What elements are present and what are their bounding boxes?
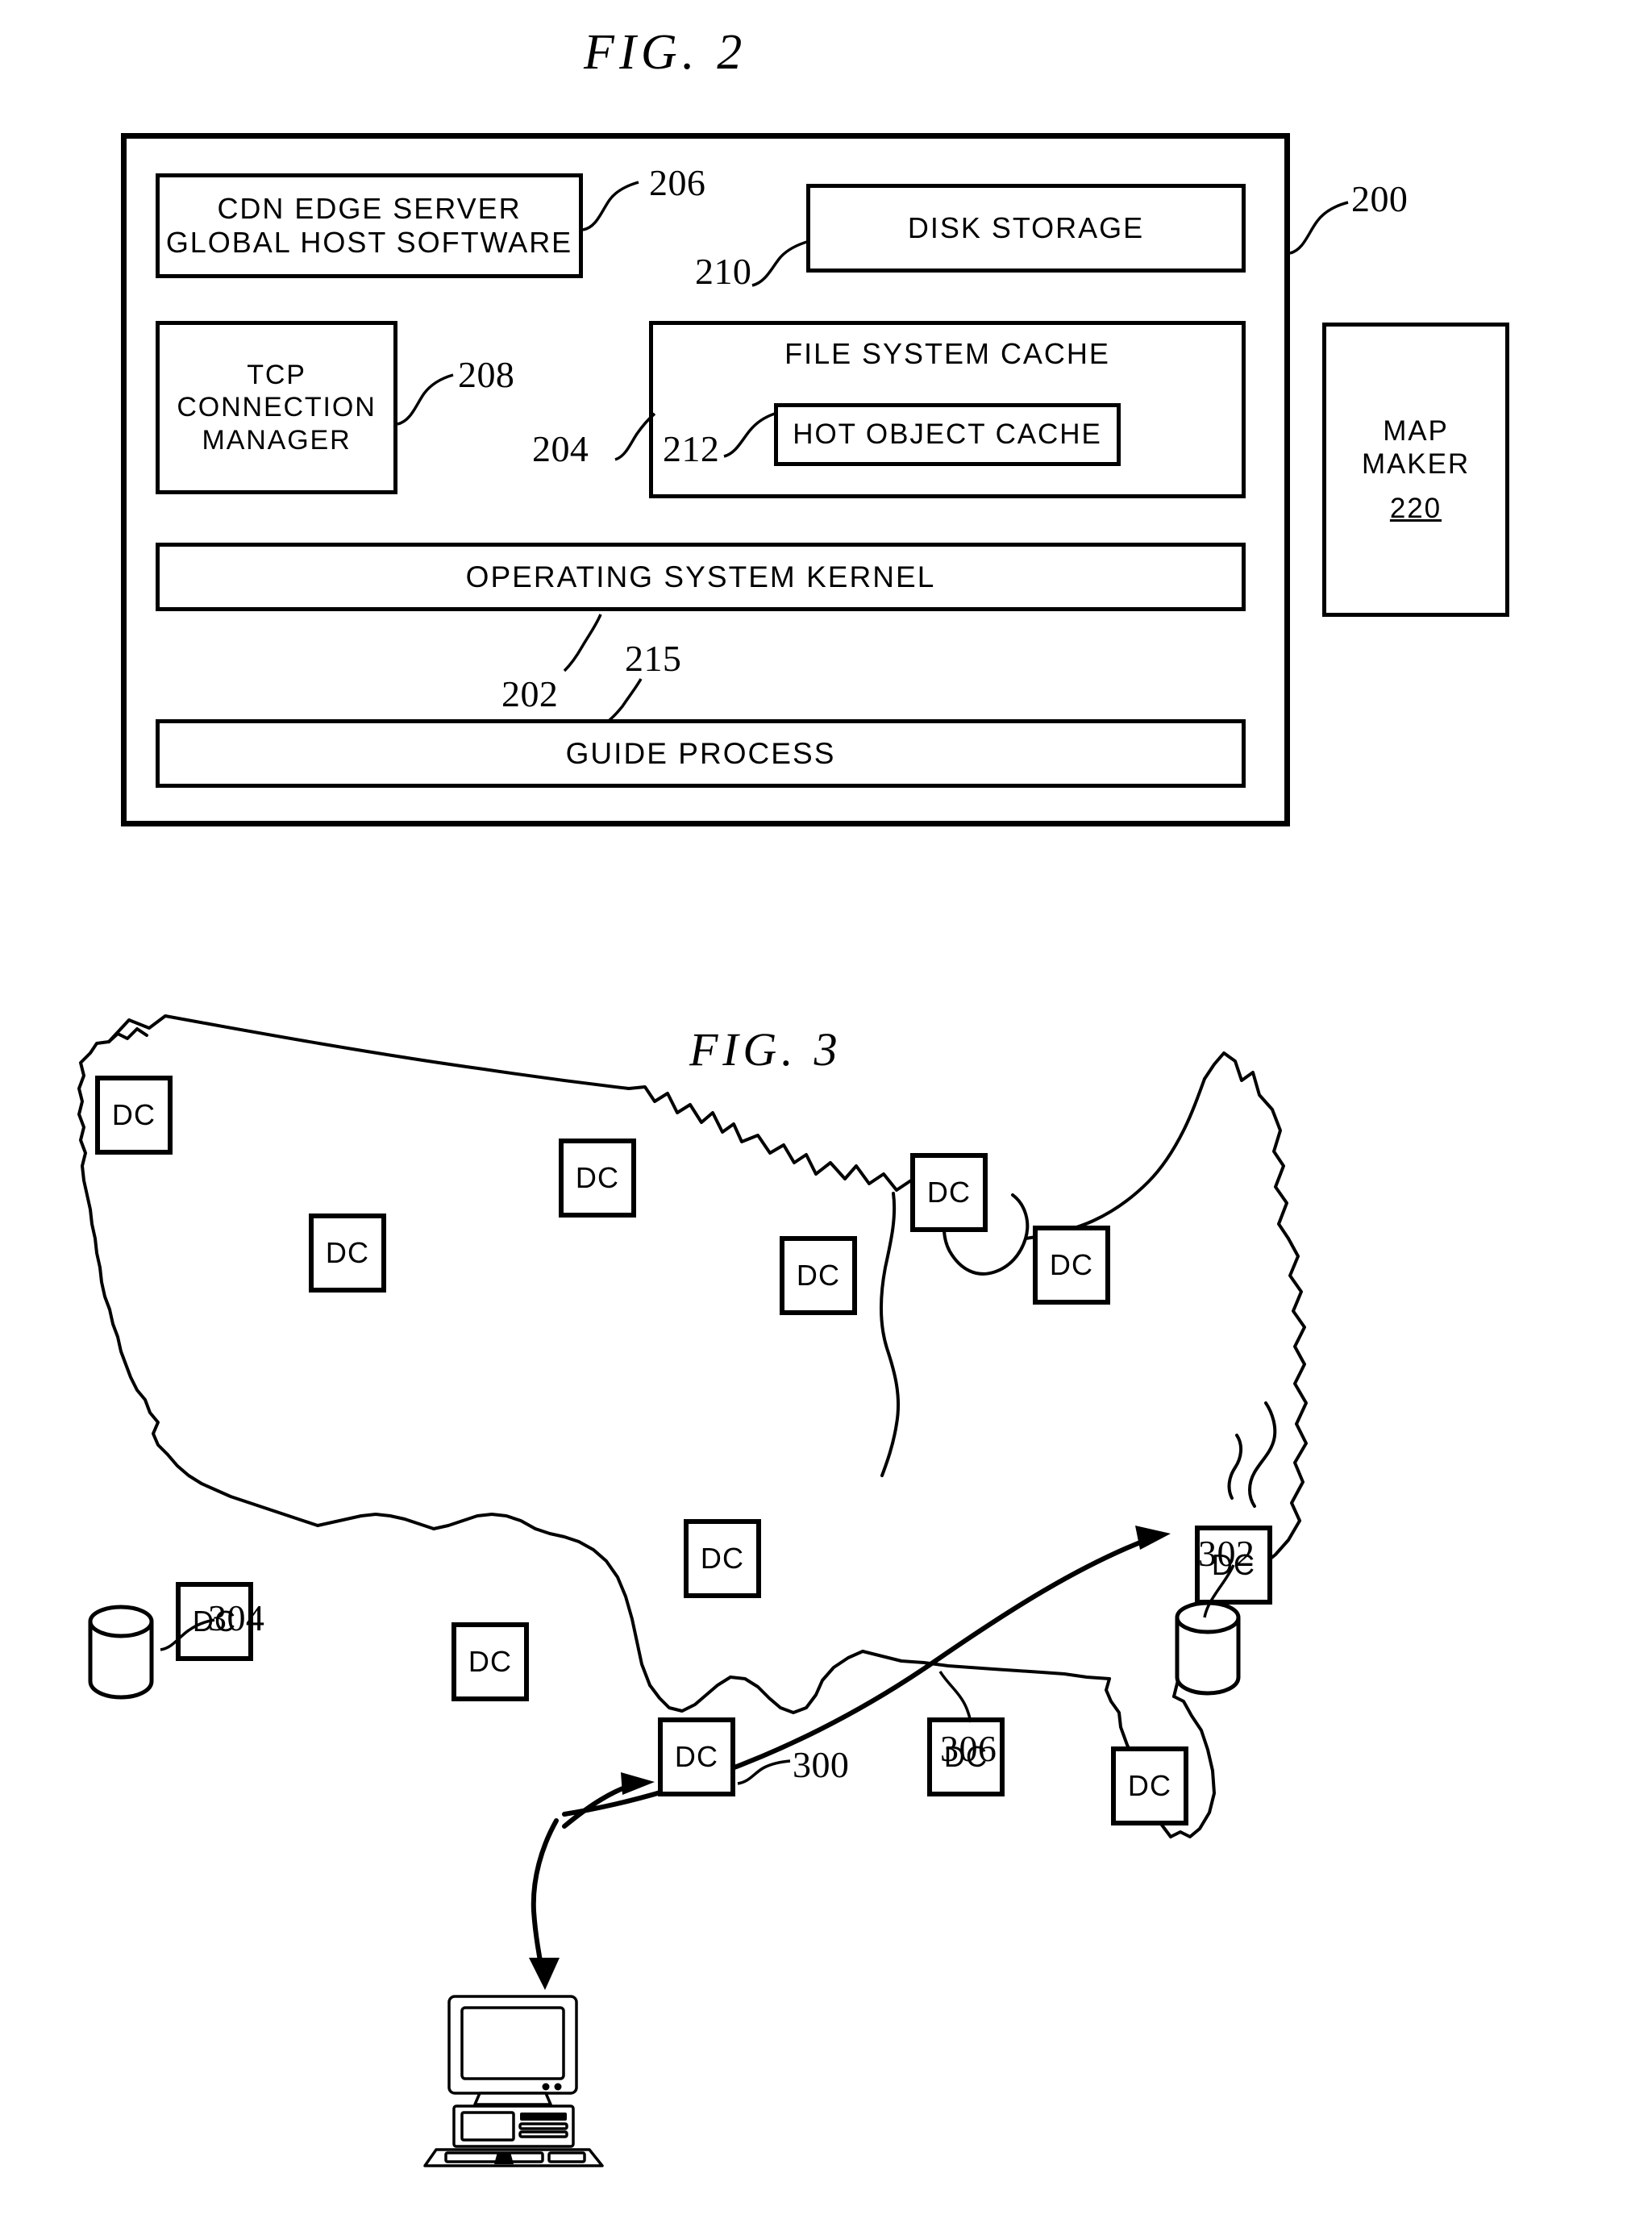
guide-process-label: GUIDE PROCESS <box>565 736 836 770</box>
ref-210: 210 <box>695 251 752 292</box>
map-maker-line2: MAKER <box>1361 448 1471 480</box>
storage-cylinder-west[interactable] <box>81 1601 169 1705</box>
ref-200: 200 <box>1351 178 1409 219</box>
client-computer-icon[interactable] <box>423 1992 625 2169</box>
ref-304: 304 <box>208 1597 265 1638</box>
dc-label: DC <box>674 1740 719 1773</box>
ref-302: 302 <box>1198 1533 1255 1574</box>
dc-node-seattle[interactable]: DC <box>95 1076 173 1155</box>
cdn-edge-server-line2: GLOBAL HOST SOFTWARE <box>165 226 573 259</box>
dc-node-utah[interactable]: DC <box>309 1213 386 1293</box>
dc-label: DC <box>575 1161 620 1194</box>
ref-202: 202 <box>501 673 559 714</box>
dc-label: DC <box>111 1098 156 1131</box>
dc-node-kansas[interactable]: DC <box>780 1236 857 1315</box>
us-map-outline <box>77 1014 1308 1990</box>
dc-node-dallas[interactable]: DC <box>658 1717 735 1796</box>
guide-process-block: GUIDE PROCESS <box>156 719 1246 788</box>
hot-object-cache-label: HOT OBJECT CACHE <box>793 418 1102 450</box>
ref-206: 206 <box>649 162 706 203</box>
ref-215: 215 <box>625 638 682 679</box>
dc-label: DC <box>1127 1769 1172 1802</box>
disk-storage-label: DISK STORAGE <box>907 210 1145 244</box>
map-maker-block: MAP MAKER 220 <box>1322 323 1509 617</box>
cdn-edge-server-line1: CDN EDGE SERVER <box>217 191 522 225</box>
dc-label: DC <box>325 1236 370 1269</box>
figure-3: FIG. 3 DC DC DC DC DC DC DC DC DC DC DC … <box>0 951 1652 2223</box>
dc-node-florida[interactable]: DC <box>1111 1746 1188 1825</box>
dc-label: DC <box>926 1176 972 1209</box>
cdn-edge-server-block: CDN EDGE SERVER GLOBAL HOST SOFTWARE <box>156 173 583 278</box>
map-maker-number: 220 <box>1389 493 1442 525</box>
figure-2: FIG. 2 CDN EDGE SERVER GLOBAL HOST SOFTW… <box>0 0 1652 951</box>
file-system-cache-label: FILE SYSTEM CACHE <box>784 337 1110 370</box>
dc-label: DC <box>700 1542 745 1575</box>
dc-node-minneapolis[interactable]: DC <box>910 1153 988 1232</box>
operating-system-kernel-block: OPERATING SYSTEM KERNEL <box>156 543 1246 611</box>
ref-204: 204 <box>532 428 589 469</box>
tcp-connection-manager-block: TCP CONNECTION MANAGER <box>156 321 397 494</box>
operating-system-kernel-label: OPERATING SYSTEM KERNEL <box>465 560 936 593</box>
origin-server-cylinder[interactable] <box>1167 1596 1256 1701</box>
ref-300: 300 <box>793 1744 850 1785</box>
dc-node-missouri[interactable]: DC <box>684 1519 761 1598</box>
figure-2-title: FIG. 2 <box>584 25 747 80</box>
dc-label: DC <box>796 1259 841 1292</box>
leader-200 <box>1289 201 1349 255</box>
tcp-line3: MANAGER <box>202 424 352 456</box>
hot-object-cache-block: HOT OBJECT CACHE <box>774 403 1121 466</box>
dc-node-montana[interactable]: DC <box>559 1139 636 1218</box>
ref-212: 212 <box>663 428 720 469</box>
arrowhead-to-client <box>529 1958 560 1990</box>
arrowhead-to-dc300 <box>621 1772 655 1795</box>
tcp-line2: CONNECTION <box>177 392 377 423</box>
ref-306: 306 <box>940 1728 997 1769</box>
dc-label: DC <box>1049 1248 1094 1281</box>
dc-node-phoenix[interactable]: DC <box>451 1622 529 1701</box>
arrowhead-to-origin <box>1135 1526 1171 1550</box>
dc-label: DC <box>468 1645 513 1678</box>
dc-node-chicago[interactable]: DC <box>1033 1226 1110 1305</box>
map-maker-line1: MAP <box>1383 414 1449 447</box>
disk-storage-block: DISK STORAGE <box>806 184 1246 273</box>
ref-208: 208 <box>458 354 515 395</box>
tcp-line1: TCP <box>247 360 306 391</box>
